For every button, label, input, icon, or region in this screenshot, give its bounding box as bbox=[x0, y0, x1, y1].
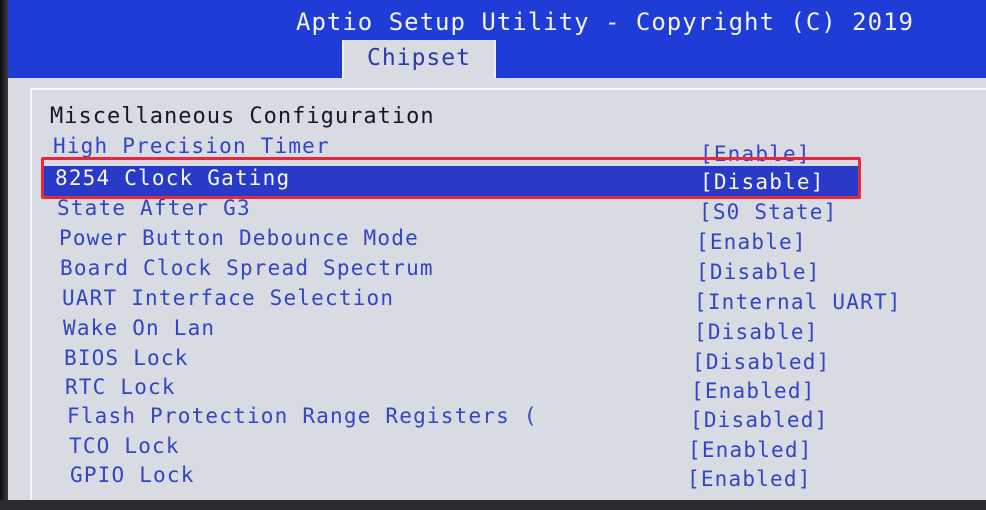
setting-value[interactable]: [Enabled] bbox=[688, 438, 813, 462]
setting-row-bios-lock[interactable]: BIOS Lock [Disabled] bbox=[0, 346, 986, 376]
bios-header: Aptio Setup Utility - Copyright (C) 2019… bbox=[8, 0, 986, 78]
setting-row-gpio-lock[interactable]: GPIO Lock [Enabled] bbox=[0, 463, 986, 493]
setting-row-uart-interface-selection[interactable]: UART Interface Selection [Internal UART] bbox=[0, 286, 986, 316]
monitor-bottom-edge bbox=[0, 500, 986, 510]
setting-label: Flash Protection Range Registers ( bbox=[67, 404, 538, 428]
setting-value[interactable]: [Disable] bbox=[694, 320, 819, 344]
setting-label: State After G3 bbox=[57, 196, 251, 220]
setting-label: Board Clock Spread Spectrum bbox=[60, 256, 434, 280]
annotation-highlight-box bbox=[41, 157, 861, 199]
setting-row-board-clock-spread-spectrum[interactable]: Board Clock Spread Spectrum [Disable] bbox=[0, 256, 986, 286]
setting-row-power-button-debounce-mode[interactable]: Power Button Debounce Mode [Enable] bbox=[0, 226, 986, 256]
bios-screen: Aptio Setup Utility - Copyright (C) 2019… bbox=[0, 0, 986, 510]
setting-label: TCO Lock bbox=[69, 434, 180, 458]
setting-value[interactable]: [Enabled] bbox=[687, 467, 812, 491]
setting-row-state-after-g3[interactable]: State After G3 [S0 State] bbox=[0, 196, 986, 226]
setting-row-tco-lock[interactable]: TCO Lock [Enabled] bbox=[0, 434, 986, 464]
setting-label: Power Button Debounce Mode bbox=[59, 226, 419, 250]
utility-title: Aptio Setup Utility - Copyright (C) 2019 bbox=[296, 8, 914, 36]
setting-value[interactable]: [Disable] bbox=[696, 260, 821, 284]
setting-row-wake-on-lan[interactable]: Wake On Lan [Disable] bbox=[0, 316, 986, 346]
tab-chipset[interactable]: Chipset bbox=[342, 40, 496, 78]
setting-value[interactable]: [S0 State] bbox=[699, 200, 837, 224]
setting-value[interactable]: [Enable] bbox=[696, 230, 807, 254]
setting-label: RTC Lock bbox=[65, 375, 176, 399]
setting-value[interactable]: [Disabled] bbox=[690, 408, 828, 432]
setting-label: UART Interface Selection bbox=[62, 286, 395, 310]
section-title: Miscellaneous Configuration bbox=[50, 104, 435, 129]
setting-label: High Precision Timer bbox=[53, 134, 330, 158]
setting-row-rtc-lock[interactable]: RTC Lock [Enabled] bbox=[0, 375, 986, 405]
setting-value[interactable]: [Internal UART] bbox=[694, 290, 902, 314]
setting-label: BIOS Lock bbox=[64, 346, 189, 370]
setting-label: Wake On Lan bbox=[63, 316, 216, 340]
setting-value[interactable]: [Enabled] bbox=[691, 379, 816, 403]
setting-row-flash-protection-range-registers[interactable]: Flash Protection Range Registers ( [Disa… bbox=[0, 404, 986, 434]
setting-value[interactable]: [Disabled] bbox=[692, 350, 830, 374]
setting-label: GPIO Lock bbox=[70, 463, 195, 487]
